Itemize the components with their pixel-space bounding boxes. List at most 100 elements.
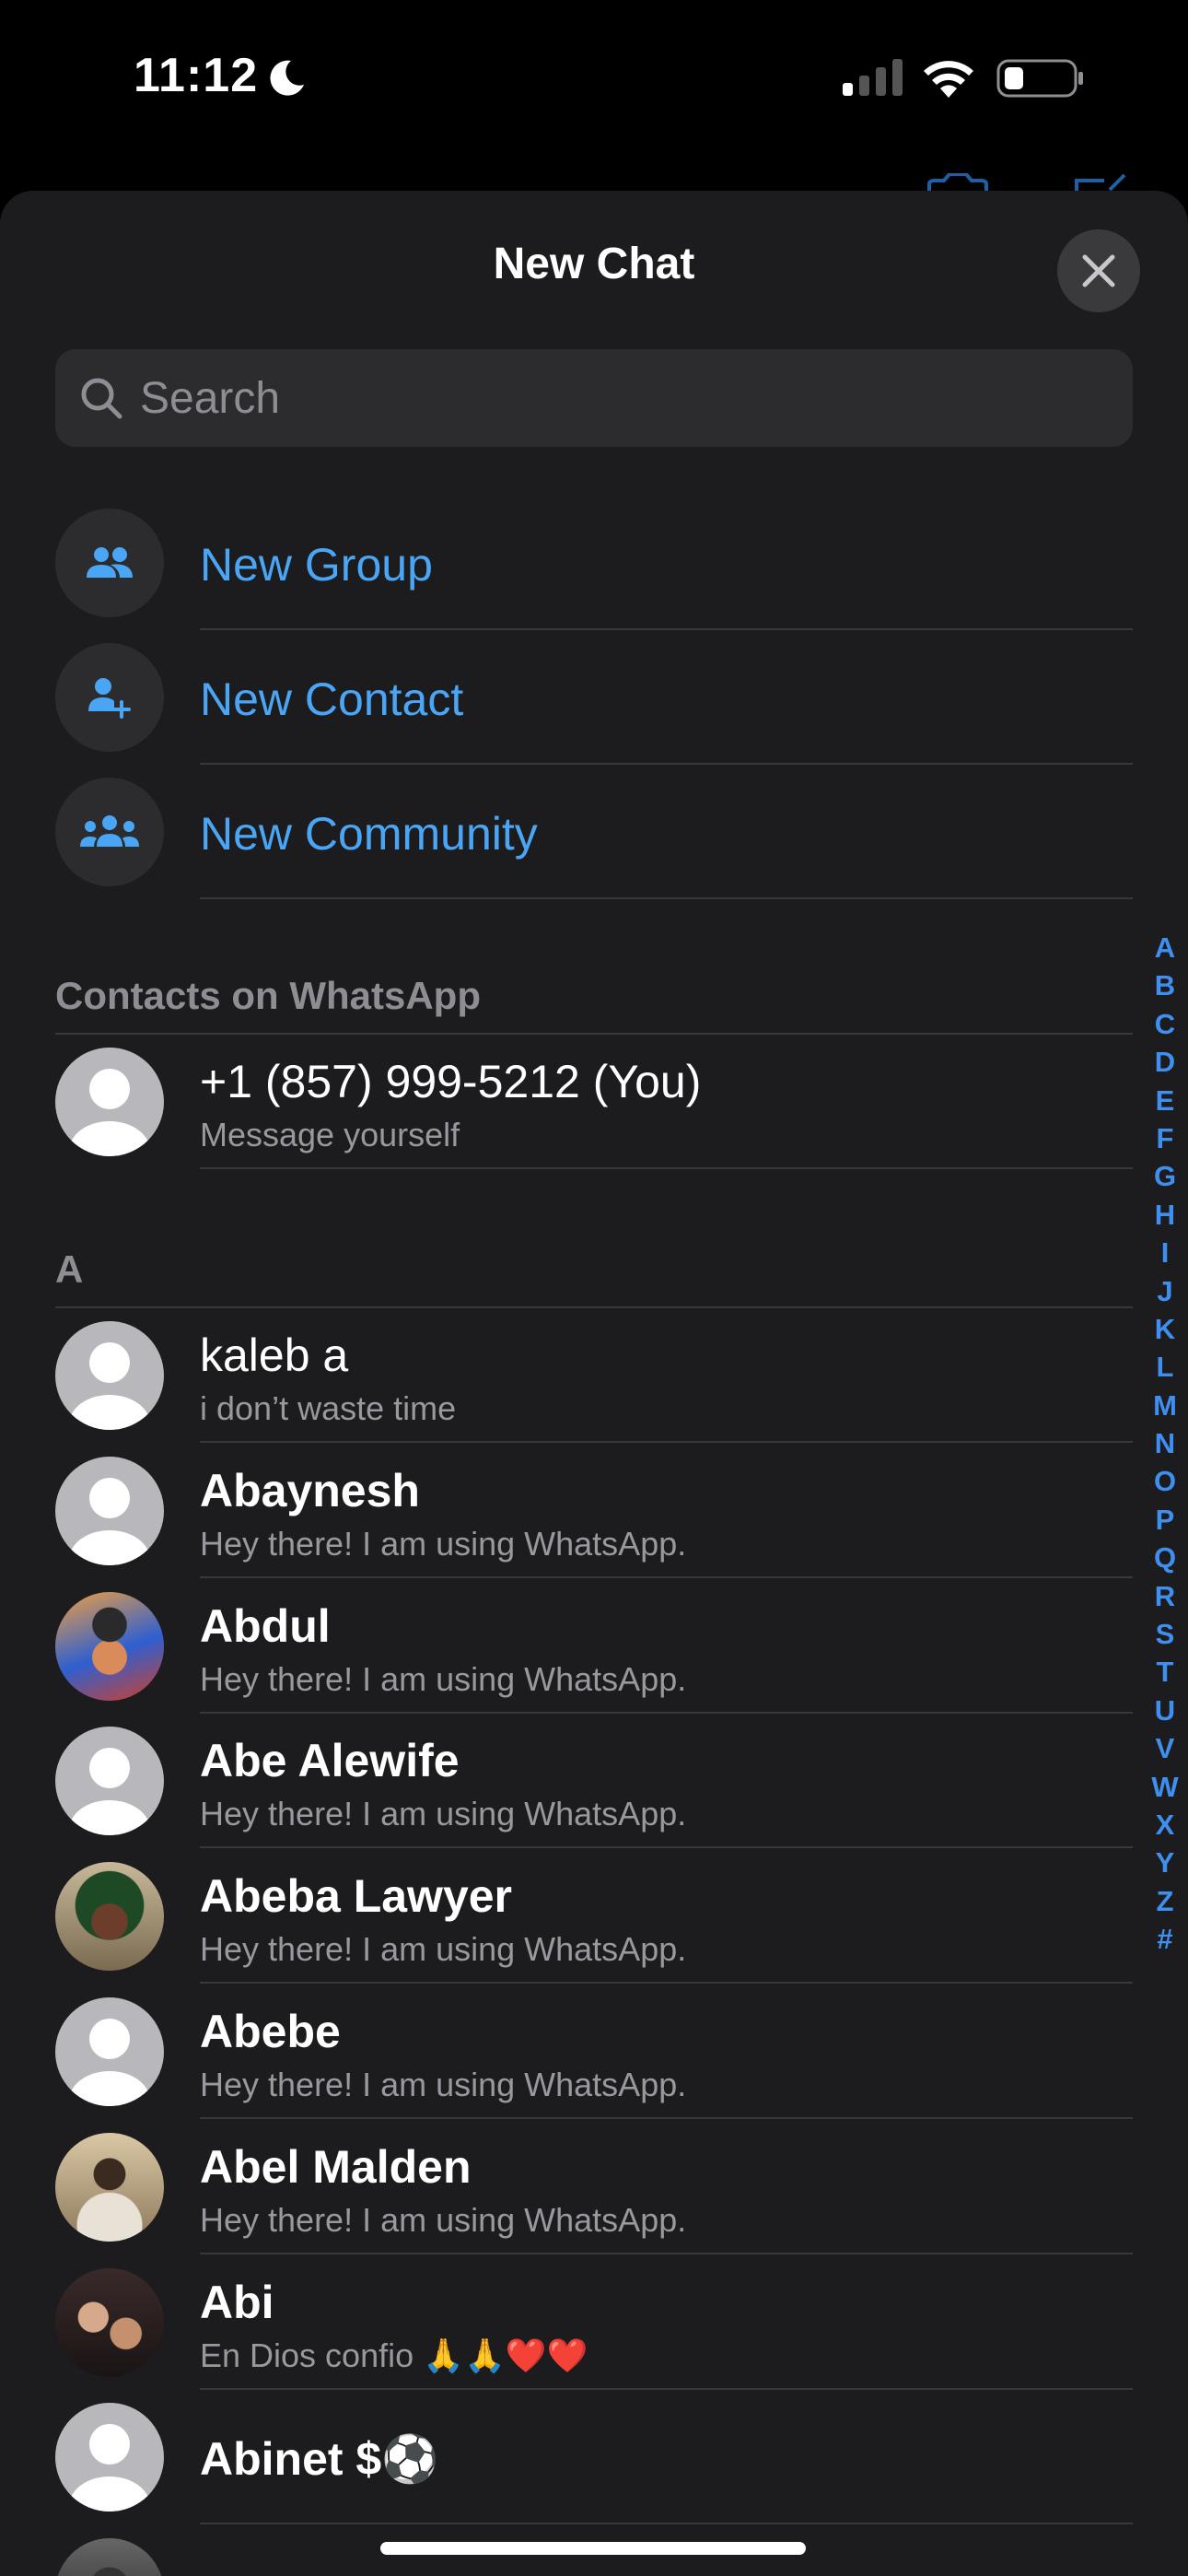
avatar: [55, 2132, 164, 2242]
contact-row[interactable]: kaleb a i don’t waste time: [0, 1308, 1133, 1443]
contact-status: Hey there! I am using WhatsApp.: [200, 2066, 687, 2103]
index-letter[interactable]: C: [1155, 1005, 1175, 1043]
camera-icon: [927, 173, 988, 192]
default-avatar-icon: [69, 1477, 150, 1565]
contact-status: En Dios confio 🙏🙏❤️❤️: [200, 2336, 588, 2374]
avatar: [55, 1048, 164, 1156]
new-contact-label: New Contact: [200, 673, 464, 725]
index-letter[interactable]: S: [1156, 1615, 1175, 1653]
contact-name: Abinet Best: [200, 2568, 456, 2576]
search-input[interactable]: [138, 371, 1109, 425]
contact-row[interactable]: Abdul Hey there! I am using WhatsApp.: [0, 1579, 1133, 1714]
index-letter[interactable]: M: [1153, 1387, 1177, 1424]
cellular-signal-icon: [843, 59, 903, 96]
default-avatar-icon: [69, 1342, 150, 1430]
contact-row[interactable]: Abi En Dios confio 🙏🙏❤️❤️: [0, 2255, 1133, 2390]
avatar: [55, 1862, 164, 1972]
index-letter[interactable]: T: [1157, 1653, 1174, 1691]
default-avatar-icon: [69, 1069, 150, 1156]
new-contact-icon-circle: [55, 643, 164, 752]
default-avatar-icon: [69, 2019, 150, 2106]
default-avatar-icon: [69, 1748, 150, 1836]
contact-row[interactable]: Abinet $⚽: [0, 2390, 1133, 2525]
contact-name: Abe Alewife: [200, 1735, 460, 1787]
avatar: [55, 1997, 164, 2106]
close-icon: [1082, 254, 1115, 287]
index-letter[interactable]: L: [1157, 1348, 1174, 1386]
contact-name: kaleb a: [200, 1329, 349, 1381]
new-contact-row[interactable]: New Contact: [0, 630, 1133, 765]
contact-row[interactable]: Abeba Lawyer Hey there! I am using WhatsA…: [0, 1849, 1133, 1985]
divider: [200, 1167, 1133, 1169]
index-letter[interactable]: H: [1155, 1196, 1175, 1234]
new-chat-sheet: New Chat New Group: [0, 191, 1188, 2576]
alphabet-index[interactable]: A B C D E F G H I J K L M N O P Q R S T U V W X Y Z #: [1142, 929, 1188, 1959]
divider: [200, 897, 1133, 899]
index-letter[interactable]: A: [1155, 929, 1175, 966]
contact-row[interactable]: Abaynesh Hey there! I am using WhatsApp.: [0, 1444, 1133, 1578]
new-community-row[interactable]: New Community: [0, 765, 1133, 899]
letter-section-header: A: [55, 1247, 84, 1291]
index-letter[interactable]: Y: [1156, 1844, 1175, 1881]
index-letter[interactable]: W: [1151, 1768, 1178, 1806]
compose-icon: [1075, 173, 1126, 192]
new-community-label: New Community: [200, 808, 538, 860]
index-letter[interactable]: U: [1155, 1692, 1175, 1729]
index-letter[interactable]: F: [1157, 1119, 1174, 1157]
sheet-title: New Chat: [493, 240, 695, 288]
index-letter[interactable]: K: [1155, 1310, 1175, 1348]
divider: [200, 2387, 1133, 2390]
close-button[interactable]: [1057, 229, 1140, 312]
avatar: [55, 2403, 164, 2512]
index-letter[interactable]: O: [1154, 1462, 1176, 1500]
divider: [200, 2252, 1133, 2254]
group-icon: [87, 547, 133, 578]
index-letter[interactable]: X: [1156, 1806, 1175, 1844]
contact-name: Abebe: [200, 2006, 341, 2057]
index-letter[interactable]: B: [1155, 966, 1175, 1004]
new-group-label: New Group: [200, 539, 433, 591]
index-letter[interactable]: R: [1155, 1577, 1175, 1615]
divider: [200, 1575, 1133, 1578]
avatar: [55, 1456, 164, 1565]
avatar: [55, 2538, 164, 2576]
avatar: [55, 1321, 164, 1430]
index-letter[interactable]: J: [1157, 1272, 1172, 1310]
divider: [200, 1711, 1133, 1714]
new-community-icon-circle: [55, 778, 164, 886]
contact-row[interactable]: Abe Alewife Hey there! I am using WhatsAp…: [0, 1714, 1133, 1849]
new-group-row[interactable]: New Group: [0, 496, 1133, 630]
contact-name: +1 (857) 999-5212 (You): [200, 1056, 702, 1107]
index-letter[interactable]: D: [1155, 1043, 1175, 1081]
index-letter[interactable]: G: [1154, 1157, 1176, 1195]
avatar: [55, 1727, 164, 1836]
add-contact-icon: [88, 678, 131, 719]
contact-status: Message yourself: [200, 1116, 460, 1153]
index-letter[interactable]: #: [1157, 1920, 1172, 1958]
new-group-icon-circle: [55, 509, 164, 617]
contact-name: Abaynesh: [200, 1464, 420, 1516]
index-letter[interactable]: I: [1161, 1234, 1170, 1271]
index-letter[interactable]: N: [1155, 1424, 1175, 1462]
status-bar: 11:12: [0, 0, 1188, 166]
index-letter[interactable]: P: [1156, 1501, 1175, 1539]
contact-name: Abi: [200, 2276, 274, 2328]
contact-name: Abeba Lawyer: [200, 1870, 513, 1923]
home-indicator[interactable]: [380, 2542, 806, 2555]
index-letter[interactable]: V: [1156, 1729, 1175, 1767]
status-time: 11:12: [134, 49, 259, 102]
index-letter[interactable]: E: [1156, 1082, 1175, 1119]
divider: [200, 1441, 1133, 1443]
index-letter[interactable]: Z: [1157, 1882, 1174, 1920]
contact-status: Hey there! I am using WhatsApp.: [200, 2200, 687, 2239]
contact-name: Abinet $⚽: [200, 2433, 439, 2486]
contact-row[interactable]: Abel Malden Hey there! I am using WhatsAp…: [0, 2120, 1133, 2254]
self-contact-row[interactable]: +1 (857) 999-5212 (You) Message yourself: [0, 1035, 1133, 1169]
divider: [200, 1982, 1133, 1985]
contact-row[interactable]: Abebe Hey there! I am using WhatsApp.: [0, 1985, 1133, 2119]
battery-icon: [996, 59, 1083, 98]
search-bar[interactable]: [55, 349, 1133, 447]
index-letter[interactable]: Q: [1154, 1539, 1176, 1576]
divider: [200, 1846, 1133, 1849]
search-icon: [81, 378, 122, 419]
